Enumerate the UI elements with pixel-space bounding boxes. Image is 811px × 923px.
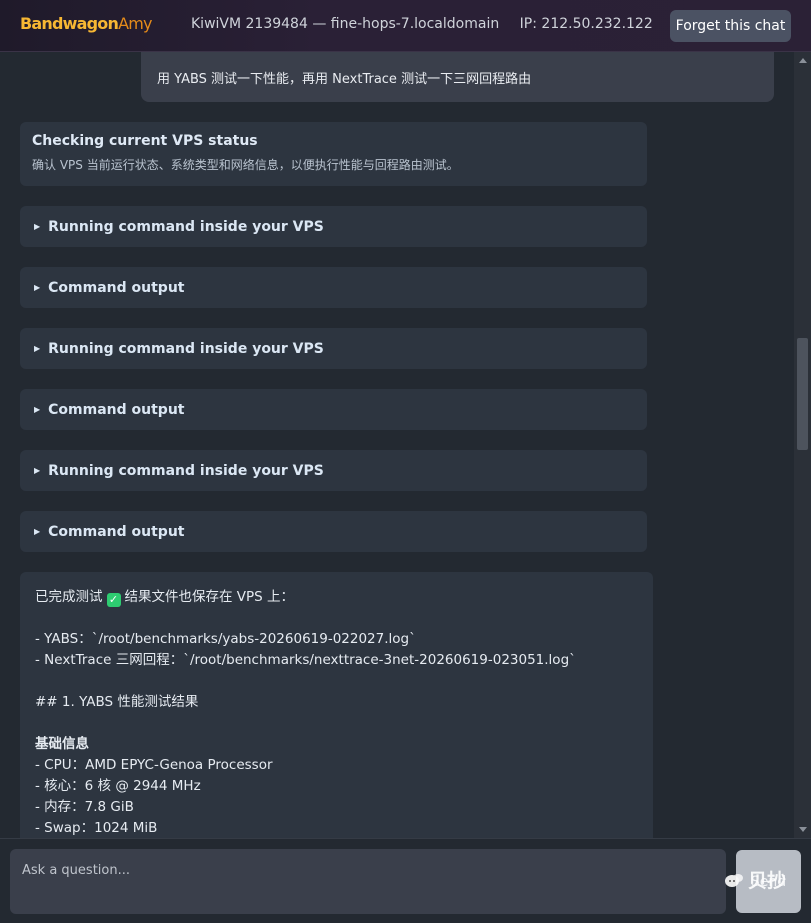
top-bar: Bandwagon Amy KiwiVM 2139484 — fine-hops-… bbox=[0, 0, 811, 52]
forget-chat-button[interactable]: Forget this chat bbox=[670, 10, 791, 42]
status-description: 确认 VPS 当前运行状态、系统类型和网络信息，以便执行性能与回程路由测试。 bbox=[32, 158, 459, 172]
ask-question-input[interactable] bbox=[10, 849, 726, 914]
toggle-label: Command output bbox=[48, 401, 185, 418]
expand-triangle-icon: ▶ bbox=[34, 466, 41, 475]
command-output-toggle[interactable]: ▶ Command output bbox=[20, 511, 647, 552]
basic-info-title: 基础信息 bbox=[35, 736, 89, 752]
basic-info-item: - 内存：7.8 GiB bbox=[35, 799, 134, 815]
vm-info: KiwiVM 2139484 — fine-hops-7.localdomain… bbox=[191, 16, 653, 32]
composer: Send bbox=[0, 838, 811, 923]
expand-triangle-icon: ▶ bbox=[34, 283, 41, 292]
command-output-toggle[interactable]: ▶ Command output bbox=[20, 389, 647, 430]
chat-scroll-area[interactable]: 用 YABS 测试一下性能，再用 NextTrace 测试一下三网回程路由 Ch… bbox=[0, 52, 794, 838]
user-message: 用 YABS 测试一下性能，再用 NextTrace 测试一下三网回程路由 bbox=[141, 52, 774, 102]
toggle-label: Command output bbox=[48, 523, 185, 540]
assistant-result-message: 已完成测试 ✓ 结果文件也保存在 VPS 上： - YABS：`/root/benc… bbox=[20, 572, 653, 838]
run-command-toggle[interactable]: ▶ Running command inside your VPS bbox=[20, 206, 647, 247]
toggle-label: Running command inside your VPS bbox=[48, 340, 324, 357]
watermark: 贝抄 bbox=[724, 866, 786, 893]
result-file-yabs: - YABS：`/root/benchmarks/yabs-20260619-0… bbox=[35, 631, 416, 647]
chat-scrollbar[interactable] bbox=[794, 52, 811, 838]
status-title: Checking current VPS status bbox=[32, 133, 258, 149]
status-card: Checking current VPS status 确认 VPS 当前运行状… bbox=[20, 122, 647, 186]
scrollbar-thumb[interactable] bbox=[797, 338, 808, 450]
expand-triangle-icon: ▶ bbox=[34, 222, 41, 231]
basic-info-item: - CPU：AMD EPYC-Genoa Processor bbox=[35, 757, 273, 773]
result-intro: 已完成测试 ✓ 结果文件也保存在 VPS 上： bbox=[35, 587, 638, 608]
brand-name: Bandwagon bbox=[20, 14, 119, 33]
check-icon: ✓ bbox=[106, 593, 121, 607]
command-output-toggle[interactable]: ▶ Command output bbox=[20, 267, 647, 308]
result-intro-text: 已完成测试 bbox=[35, 589, 103, 605]
basic-info-item: - 核心：6 核 @ 2944 MHz bbox=[35, 778, 201, 794]
result-intro-text: 结果文件也保存在 VPS 上： bbox=[124, 589, 295, 605]
scroll-down-icon[interactable] bbox=[799, 827, 807, 832]
run-command-toggle[interactable]: ▶ Running command inside your VPS bbox=[20, 450, 647, 491]
run-command-toggle[interactable]: ▶ Running command inside your VPS bbox=[20, 328, 647, 369]
result-file-nexttrace: - NextTrace 三网回程：`/root/benchmarks/nextt… bbox=[35, 652, 576, 668]
toggle-label: Command output bbox=[48, 279, 185, 296]
watermark-text: 贝抄 bbox=[748, 870, 787, 892]
brand-logo: Bandwagon Amy bbox=[20, 14, 152, 33]
toggle-label: Running command inside your VPS bbox=[48, 218, 324, 235]
watermark-icon bbox=[725, 873, 743, 887]
vm-ip: IP: 212.50.232.122 bbox=[519, 16, 653, 32]
expand-triangle-icon: ▶ bbox=[34, 405, 41, 414]
expand-triangle-icon: ▶ bbox=[34, 344, 41, 353]
vm-hostname: KiwiVM 2139484 — fine-hops-7.localdomain bbox=[191, 16, 500, 32]
basic-info-item: - Swap：1024 MiB bbox=[35, 820, 158, 836]
toggle-label: Running command inside your VPS bbox=[48, 462, 324, 479]
brand-suffix: Amy bbox=[118, 14, 152, 33]
scroll-up-icon[interactable] bbox=[799, 58, 807, 63]
section-heading: ## 1. YABS 性能测试结果 bbox=[35, 694, 199, 710]
expand-triangle-icon: ▶ bbox=[34, 527, 41, 536]
